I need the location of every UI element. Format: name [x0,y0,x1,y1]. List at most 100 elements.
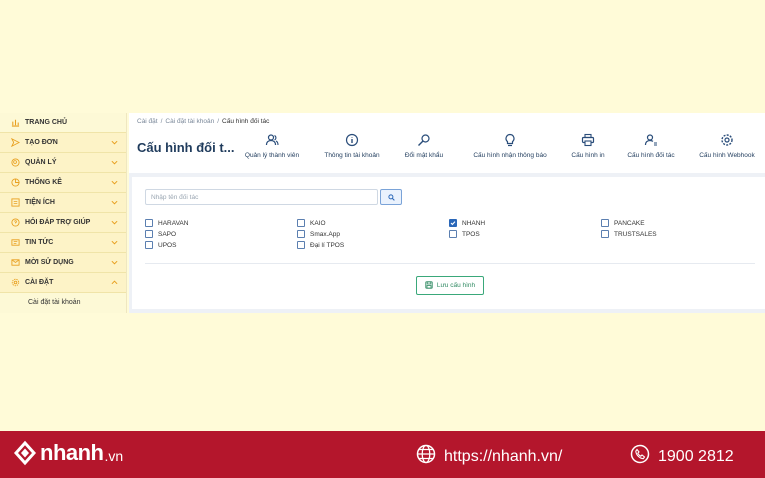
partner-checkbox[interactable]: KAIO [297,219,326,227]
website-url: https://nhanh.vn/ [444,447,563,465]
sidebar-item-trang-chu[interactable]: TRANG CHỦ [0,113,126,133]
search-circle-icon [10,158,20,168]
page-title: Cấu hình đối t... [137,140,235,155]
sidebar-item-label: THỐNG KÊ [25,179,62,186]
sidebar-item-label: CÀI ĐẶT [25,279,54,286]
save-config-button[interactable]: Lưu cấu hình [416,276,484,295]
partner-name: SAPO [158,230,177,238]
sidebar-item-moi-su-dung[interactable]: MỜI SỬ DỤNG [0,253,126,273]
sidebar-item-label: TRANG CHỦ [25,119,67,126]
tool-quan-ly-thanh-vien[interactable]: Quản lý thành viên [233,133,311,159]
partner-name: Smax.App [310,230,340,238]
checkbox-unchecked[interactable] [297,241,305,249]
help-icon [10,218,20,228]
partner-checkbox[interactable]: Đại lí TPOS [297,241,344,249]
partner-checkbox[interactable]: TRUSTSALES [601,230,657,238]
key-icon [417,133,431,147]
phone-number: 1900 2812 [658,447,734,465]
brand-tld: .vn [104,448,124,464]
sidebar-item-quan-ly[interactable]: QUẢN LÝ [0,153,126,173]
partner-config-card: HARAVAN SAPO UPOS KAIO Smax.App Đại lí TPOS NH… [132,177,765,309]
sidebar-item-hoi-dap[interactable]: HỎI ĐÁP TRỢ GIÚP [0,213,126,233]
sidebar-item-cai-dat[interactable]: CÀI ĐẶT [0,273,126,293]
sidebar-item-label: TIN TỨC [25,239,54,246]
partner-checkbox[interactable]: UPOS [145,241,176,249]
checkbox-unchecked[interactable] [601,230,609,238]
checkbox-unchecked[interactable] [449,230,457,238]
tool-label: Quản lý thành viên [244,152,300,159]
partner-checkbox[interactable]: TPOS [449,230,480,238]
sidebar-item-tien-ich[interactable]: TIỆN ÍCH [0,193,126,213]
partner-name: PANCAKE [614,219,645,227]
partner-checkbox[interactable]: PANCAKE [601,219,645,227]
brand-name: nhanh [40,440,104,465]
mail-icon [10,258,20,268]
checkbox-unchecked[interactable] [145,241,153,249]
partner-checkbox[interactable]: NHANH [449,219,485,227]
save-label: Lưu cấu hình [436,282,476,289]
hotline[interactable]: 1900 2812 [630,444,734,469]
chevron-down-icon [111,219,118,226]
partner-checkbox[interactable]: HARAVAN [145,219,188,227]
breadcrumb-current: Cấu hình đối tác [222,118,270,125]
partner-search-input[interactable] [145,189,378,205]
breadcrumb-link[interactable]: Cài đặt [137,118,158,125]
checkbox-unchecked[interactable] [145,219,153,227]
globe-icon [416,444,444,469]
tool-label: Thông tin tài khoản [324,152,380,159]
partner-name: Đại lí TPOS [310,241,345,249]
chevron-down-icon [111,239,118,246]
divider [145,263,755,264]
chevron-down-icon [111,259,118,266]
pie-chart-icon [10,178,20,188]
partner-name: UPOS [158,241,177,249]
website-link[interactable]: https://nhanh.vn/ [416,444,562,469]
checkbox-checked[interactable] [449,219,457,227]
sidebar-item-thong-ke[interactable]: THỐNG KÊ [0,173,126,193]
partner-name: TRUSTSALES [614,230,657,238]
search-button[interactable] [380,189,402,205]
checkbox-unchecked[interactable] [145,230,153,238]
chevron-down-icon [111,179,118,186]
partner-checkbox[interactable]: SAPO [145,230,176,238]
phone-icon [630,444,658,469]
partner-name: TPOS [462,230,480,238]
checkbox-unchecked[interactable] [297,219,305,227]
chevron-down-icon [111,159,118,166]
sidebar-item-tin-tuc[interactable]: TIN TỨC [0,233,126,253]
list-icon [10,198,20,208]
chart-icon [10,118,20,128]
breadcrumb-link[interactable]: Cài đặt tài khoản [165,118,214,125]
checkbox-unchecked[interactable] [297,230,305,238]
tool-cau-hinh-nhan-thong-bao[interactable]: Cấu hình nhận thông báo [455,133,565,159]
tool-cau-hinh-in[interactable]: Cấu hình in [565,133,611,159]
sidebar-item-tao-don[interactable]: TẠO ĐƠN [0,133,126,153]
tool-label: Cấu hình nhận thông báo [473,152,547,159]
printer-icon [581,133,595,147]
tool-label: Cấu hình in [571,152,605,159]
bulb-icon [503,133,517,147]
sidebar-subitem-cai-dat-tai-khoan[interactable]: Cài đặt tài khoản [0,293,126,311]
page-header: Cài đặt / Cài đặt tài khoản / Cấu hình đối t… [129,113,765,173]
sidebar-item-label: QUẢN LÝ [25,159,57,166]
footer-banner: nhanh .vn https://nhanh.vn/ 1900 2812 [0,431,765,478]
sidebar-divider [126,113,127,313]
tool-thong-tin-tai-khoan[interactable]: Thông tin tài khoản [311,133,393,159]
settings-toolbar: Quản lý thành viên Thông tin tài khoản Đ… [233,133,763,159]
tool-label: Cấu hình Webhook [699,152,755,159]
nhanh-logo[interactable]: nhanh .vn [12,439,123,467]
tool-cau-hinh-doi-tac[interactable]: Cấu hình đối tác [611,133,691,159]
partner-icon [644,133,658,147]
chevron-down-icon [111,139,118,146]
partner-checkbox[interactable]: Smax.App [297,230,340,238]
send-icon [10,138,20,148]
tool-label: Cấu hình đối tác [627,152,675,159]
tool-cau-hinh-webhook[interactable]: Cấu hình Webhook [691,133,763,159]
nhanh-logo-icon [12,439,38,467]
checkbox-unchecked[interactable] [601,219,609,227]
partner-name: KAIO [310,219,326,227]
cog-icon [720,133,734,147]
tool-label: Đổi mật khẩu [404,152,444,159]
tool-doi-mat-khau[interactable]: Đổi mật khẩu [393,133,455,159]
sidebar-item-label: TIỆN ÍCH [25,199,55,206]
